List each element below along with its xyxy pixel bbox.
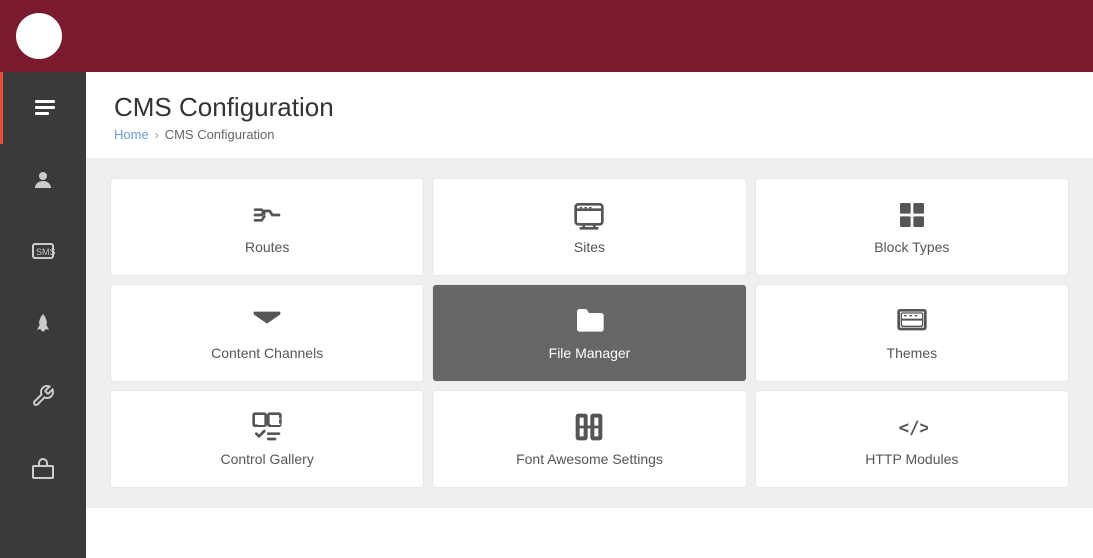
card-routes[interactable]: Routes — [110, 178, 424, 276]
grid-container: Routes Sites — [86, 158, 1093, 508]
sidebar-item-wrench[interactable] — [0, 360, 86, 432]
sidebar: SMS — [0, 72, 86, 558]
main-layout: SMS CMS Configuration Home › CMS Configu… — [0, 72, 1093, 558]
card-control-gallery[interactable]: Control Gallery — [110, 390, 424, 488]
breadcrumb-separator: › — [155, 128, 159, 142]
breadcrumb-current: CMS Configuration — [165, 127, 275, 142]
sidebar-item-person[interactable] — [0, 144, 86, 216]
card-sites[interactable]: Sites — [432, 178, 746, 276]
sidebar-item-sms[interactable]: SMS — [0, 216, 86, 288]
logo — [16, 13, 62, 59]
cards-grid: Routes Sites — [110, 178, 1069, 488]
card-content-channels[interactable]: Content Channels — [110, 284, 424, 382]
breadcrumb-home-link[interactable]: Home — [114, 127, 149, 142]
card-http-modules[interactable]: </> HTTP Modules — [755, 390, 1069, 488]
top-bar — [0, 0, 1093, 72]
sidebar-item-rocket[interactable] — [0, 288, 86, 360]
card-block-types-label: Block Types — [874, 239, 949, 255]
card-routes-label: Routes — [245, 239, 289, 255]
card-content-channels-label: Content Channels — [211, 345, 323, 361]
sidebar-item-content[interactable] — [0, 72, 86, 144]
card-file-manager[interactable]: File Manager — [432, 284, 746, 382]
card-font-awesome-label: Font Awesome Settings — [516, 451, 663, 467]
card-font-awesome[interactable]: Font Awesome Settings — [432, 390, 746, 488]
svg-text:</>: </> — [898, 419, 927, 439]
sidebar-item-toolbox[interactable] — [0, 432, 86, 504]
card-themes-label: Themes — [887, 345, 938, 361]
card-file-manager-label: File Manager — [549, 345, 631, 361]
card-http-modules-label: HTTP Modules — [865, 451, 958, 467]
page-title: CMS Configuration — [114, 92, 1065, 123]
page-header: CMS Configuration Home › CMS Configurati… — [86, 72, 1093, 158]
content-area: CMS Configuration Home › CMS Configurati… — [86, 72, 1093, 558]
card-block-types[interactable]: Block Types — [755, 178, 1069, 276]
card-sites-label: Sites — [574, 239, 605, 255]
svg-text:SMS: SMS — [36, 247, 55, 257]
card-control-gallery-label: Control Gallery — [220, 451, 313, 467]
card-themes[interactable]: Themes — [755, 284, 1069, 382]
breadcrumb: Home › CMS Configuration — [114, 127, 1065, 142]
